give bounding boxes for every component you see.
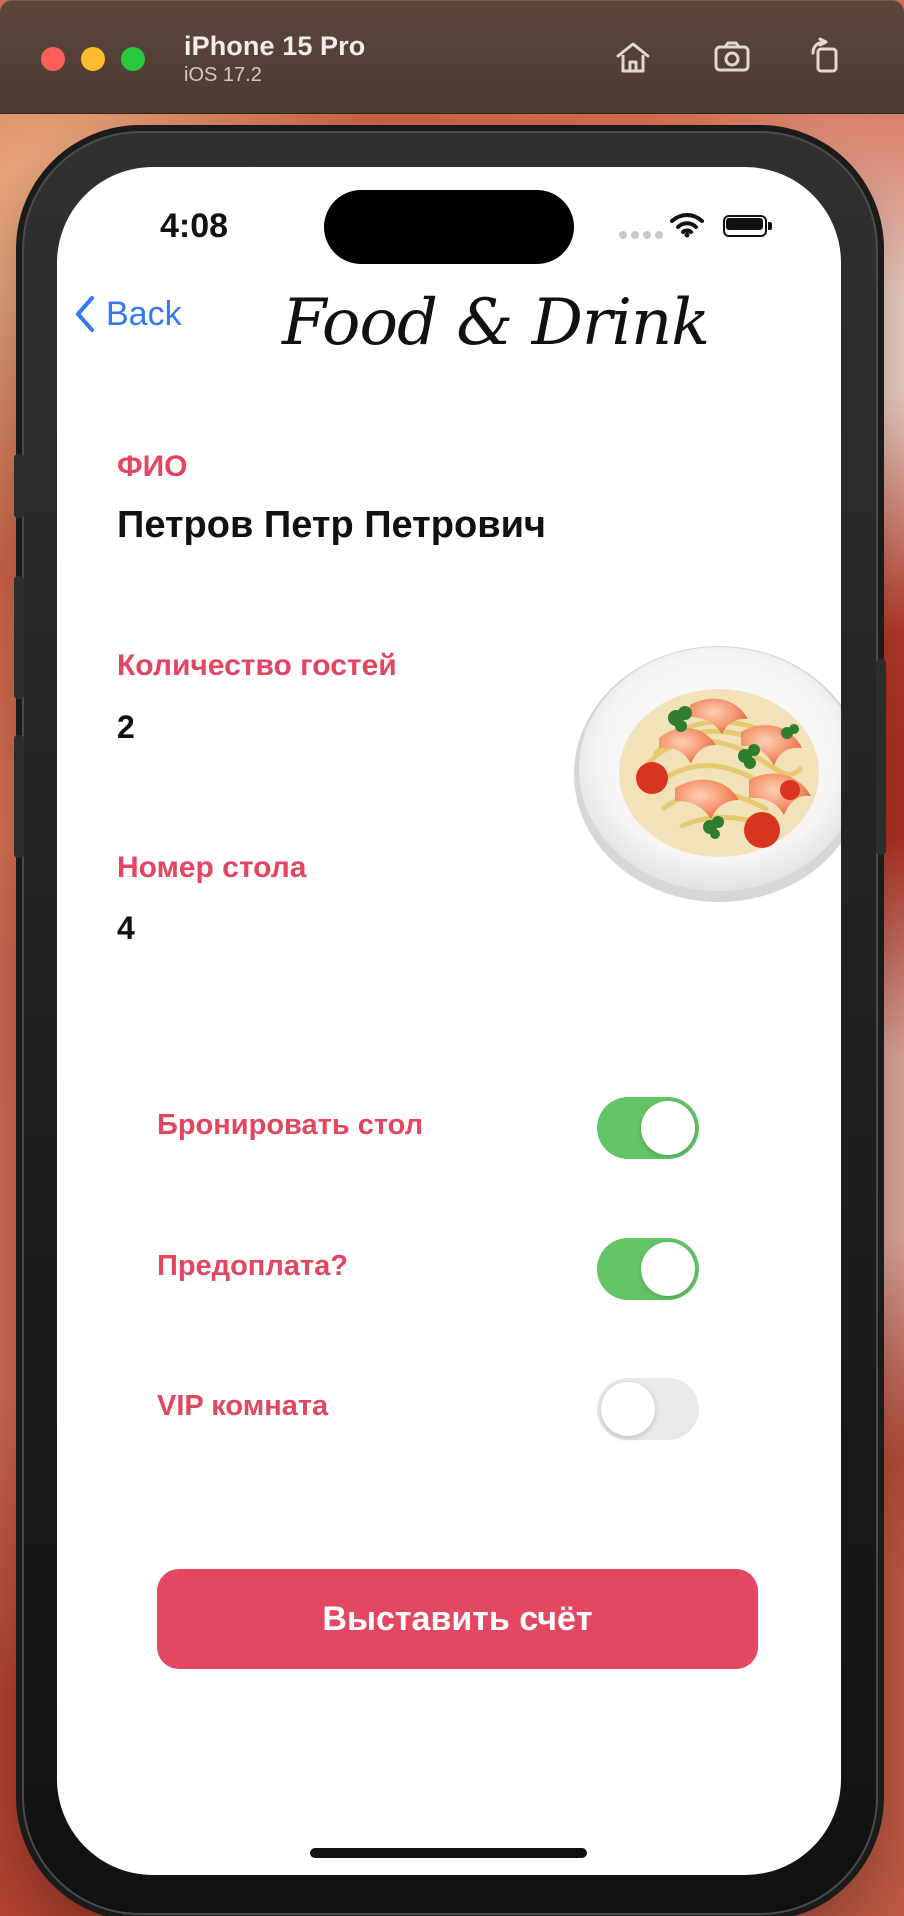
signal-dot bbox=[643, 231, 651, 239]
signal-dot bbox=[619, 231, 627, 239]
close-window-button[interactable] bbox=[41, 47, 65, 71]
battery-fill bbox=[726, 218, 763, 230]
dynamic-island bbox=[324, 190, 574, 264]
battery-icon bbox=[723, 215, 773, 237]
battery-cap bbox=[768, 222, 772, 230]
issue-invoice-button[interactable]: Выставить счёт bbox=[157, 1569, 758, 1669]
simulator-window-bar: iPhone 15 Pro iOS 17.2 bbox=[0, 0, 904, 114]
book-table-label: Бронировать стол bbox=[157, 1109, 424, 1141]
wifi-icon-graphic bbox=[670, 213, 704, 238]
prepayment-toggle[interactable] bbox=[597, 1238, 699, 1300]
signal-dots bbox=[619, 231, 663, 239]
power-button[interactable] bbox=[876, 659, 886, 855]
book-table-row: Бронировать стол bbox=[157, 1097, 702, 1159]
rotate-icon[interactable] bbox=[801, 35, 847, 81]
prepayment-row: Предоплата? bbox=[157, 1238, 702, 1300]
table-value: 4 bbox=[117, 910, 135, 946]
home-icon-graphic bbox=[616, 42, 650, 73]
chevron-left-icon bbox=[74, 295, 96, 333]
minimize-window-button[interactable] bbox=[81, 47, 105, 71]
brand-title: Food & Drink bbox=[282, 286, 710, 360]
chevron-left-icon-graphic bbox=[76, 296, 94, 332]
action-button[interactable] bbox=[14, 454, 24, 518]
vip-room-toggle[interactable] bbox=[597, 1378, 699, 1440]
vip-room-label: VIP комната bbox=[157, 1390, 329, 1422]
volume-up-button[interactable] bbox=[14, 576, 24, 699]
volume-down-button[interactable] bbox=[14, 735, 24, 858]
dish-image bbox=[564, 622, 841, 922]
signal-dot bbox=[655, 231, 663, 239]
table-label: Номер стола bbox=[117, 851, 307, 884]
camera-icon[interactable] bbox=[709, 35, 755, 81]
fio-value: Петров Петр Петрович bbox=[117, 504, 546, 546]
device-os-version: iOS 17.2 bbox=[184, 64, 262, 86]
guests-value: 2 bbox=[117, 709, 135, 745]
camera-icon-graphic bbox=[714, 41, 750, 72]
status-time: 4:08 bbox=[160, 207, 229, 245]
book-table-toggle[interactable] bbox=[597, 1097, 699, 1159]
home-indicator bbox=[310, 1848, 587, 1858]
fio-label: ФИО bbox=[117, 450, 188, 483]
iphone-screen: 4:08 Back Food & Drink ФИО Петров Петр П… bbox=[57, 167, 841, 1875]
zoom-window-button[interactable] bbox=[121, 47, 145, 71]
rotate-icon-graphic bbox=[811, 37, 838, 73]
signal-dot bbox=[631, 231, 639, 239]
toggle-knob bbox=[641, 1101, 695, 1155]
vip-room-row: VIP комната bbox=[157, 1378, 702, 1440]
prepayment-label: Предоплата? bbox=[157, 1250, 348, 1282]
home-icon[interactable] bbox=[610, 35, 656, 81]
toggle-knob bbox=[601, 1382, 655, 1436]
back-button[interactable]: Back bbox=[74, 295, 182, 333]
toggle-knob bbox=[641, 1242, 695, 1296]
back-label: Back bbox=[106, 295, 182, 333]
device-name: iPhone 15 Pro bbox=[184, 31, 366, 61]
wifi-icon bbox=[669, 211, 705, 239]
guests-label: Количество гостей bbox=[117, 649, 397, 682]
pasta-dish-graphic bbox=[574, 646, 841, 902]
